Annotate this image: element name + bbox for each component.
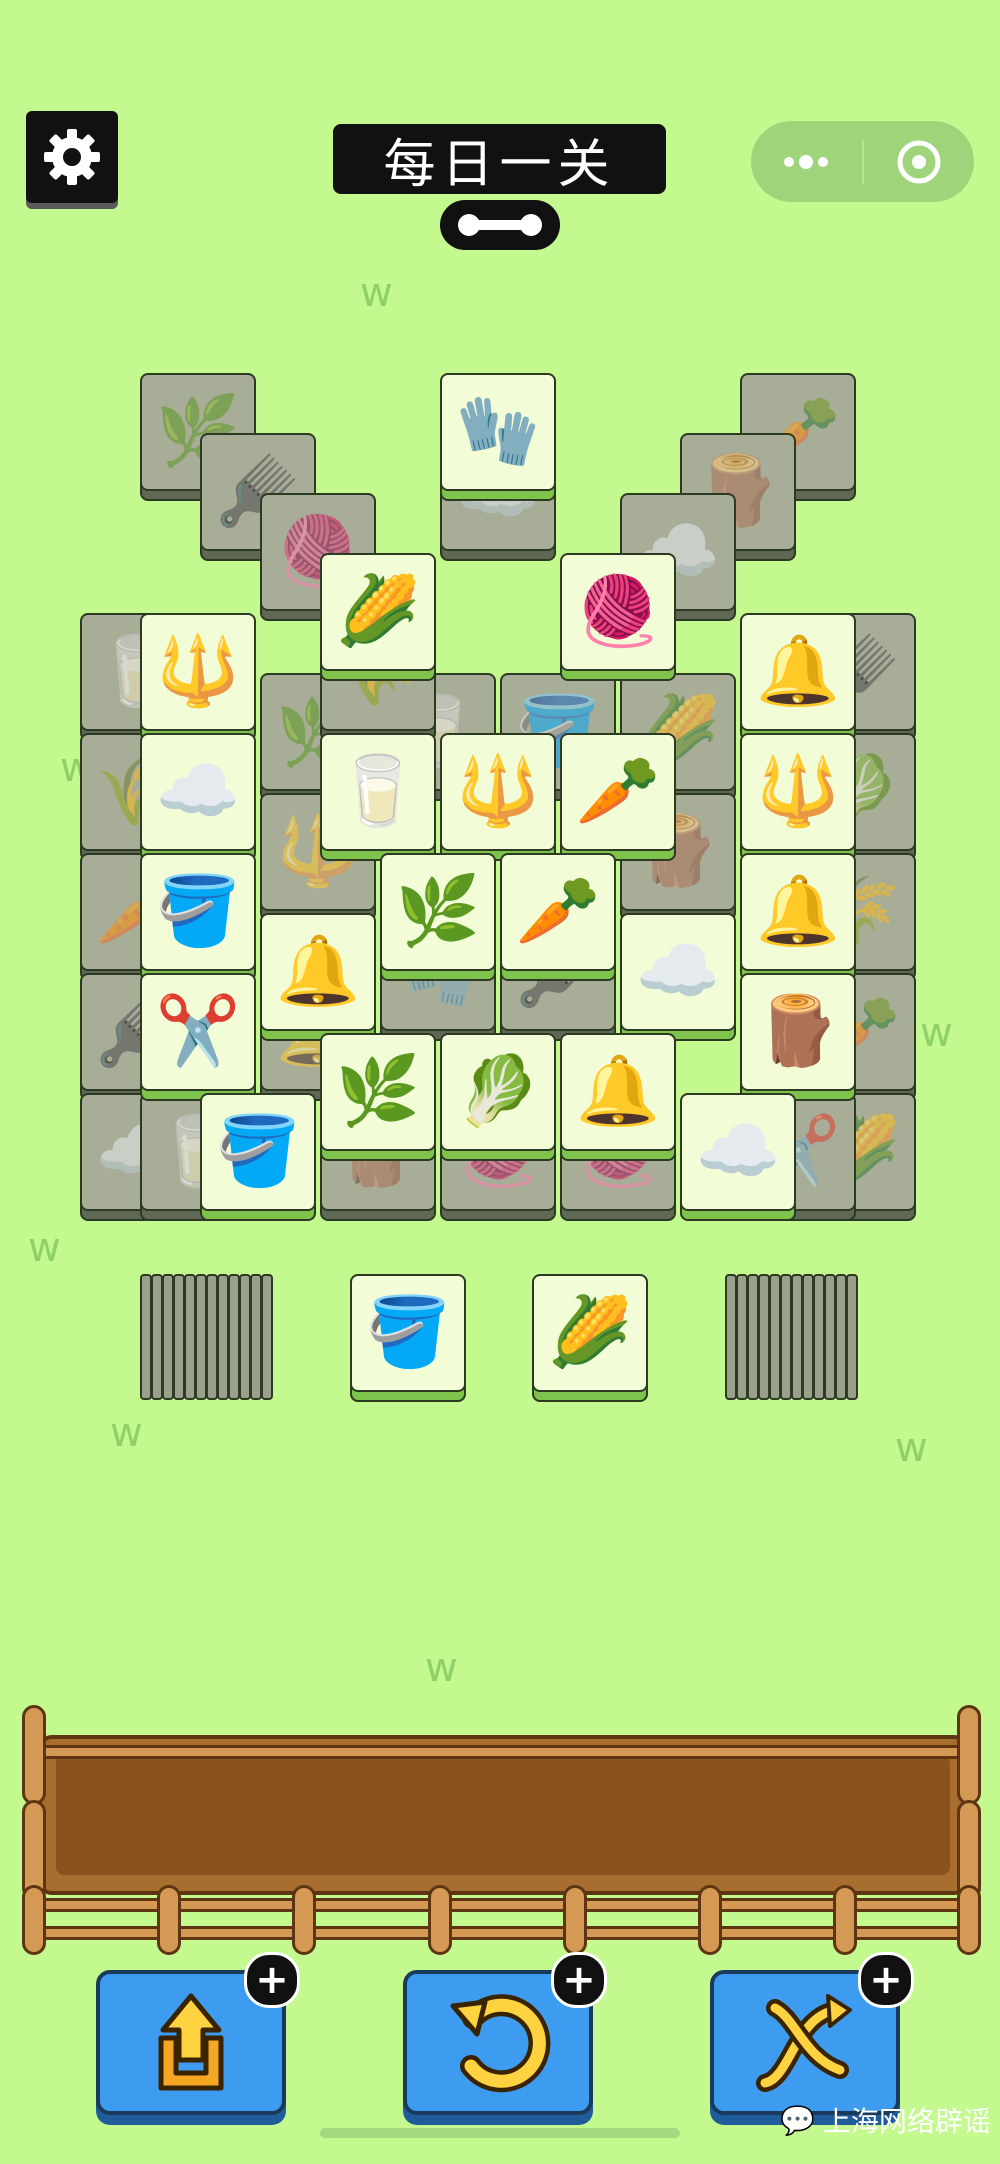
deck-card-back bbox=[802, 1274, 814, 1400]
tile-grass[interactable]: 🌿 bbox=[380, 853, 500, 981]
corn-icon: 🌽 bbox=[335, 572, 421, 651]
gear-icon bbox=[44, 129, 100, 185]
bell-icon: 🔔 bbox=[755, 872, 841, 951]
tile-cotton[interactable]: ☁️ bbox=[680, 1093, 800, 1221]
watermark: 💬 上海网络辟谣 bbox=[780, 2103, 991, 2139]
add-move-out-button[interactable]: + bbox=[244, 1952, 300, 2008]
tile-cotton[interactable]: ☁️ bbox=[620, 913, 740, 1041]
bucket-icon: 🪣 bbox=[365, 1293, 451, 1372]
move-out-button[interactable]: + bbox=[96, 1952, 300, 2115]
tile-bell[interactable]: 🔔 bbox=[560, 1033, 680, 1161]
close-miniprogram-button[interactable] bbox=[864, 121, 975, 202]
deck-card-back bbox=[835, 1274, 847, 1400]
more-dots-icon bbox=[784, 154, 829, 169]
deck-card-back bbox=[846, 1274, 858, 1400]
deck-card-back bbox=[780, 1274, 792, 1400]
shuffle-button[interactable]: + bbox=[710, 1952, 914, 2115]
corn-icon: 🌽 bbox=[547, 1293, 633, 1372]
bell-icon: 🔔 bbox=[275, 932, 361, 1011]
tile-tray bbox=[38, 1735, 968, 1895]
tile-bucket[interactable]: 🪣 bbox=[200, 1093, 320, 1221]
deck-card-back bbox=[824, 1274, 836, 1400]
tile-glove[interactable]: 🧤 bbox=[440, 373, 560, 501]
milk-icon: 🥛 bbox=[335, 752, 421, 831]
tile-milk[interactable]: 🥛 bbox=[320, 733, 440, 861]
deck-card-back bbox=[736, 1274, 748, 1400]
add-shuffle-button[interactable]: + bbox=[858, 1952, 914, 2008]
fence-post bbox=[157, 1885, 181, 1955]
fence-post bbox=[292, 1885, 316, 1955]
fence-rail-top bbox=[26, 1745, 981, 1759]
cabbage-icon: 🥬 bbox=[455, 1052, 541, 1131]
tile-carrot[interactable]: 🥕 bbox=[500, 853, 620, 981]
tile-clippers[interactable]: ✂️ bbox=[140, 973, 260, 1101]
fence-post bbox=[833, 1885, 857, 1955]
tile-pitchfork[interactable]: 🔱 bbox=[440, 733, 560, 861]
left-pile-top-tile[interactable]: 🪣 bbox=[350, 1274, 470, 1402]
settings-button[interactable] bbox=[26, 111, 118, 203]
deck-card-back bbox=[769, 1274, 781, 1400]
bell-icon: 🔔 bbox=[755, 632, 841, 711]
yarn-icon: 🧶 bbox=[575, 572, 661, 651]
deck-card-back bbox=[813, 1274, 825, 1400]
pitchfork-icon: 🔱 bbox=[455, 752, 541, 831]
tile-carrot[interactable]: 🥕 bbox=[560, 733, 680, 861]
fence-post bbox=[428, 1885, 452, 1955]
level-progress bbox=[440, 200, 560, 250]
page-title: 每日一关 bbox=[333, 124, 666, 195]
home-indicator bbox=[320, 2128, 680, 2138]
miniprogram-capsule bbox=[751, 121, 974, 202]
more-button[interactable] bbox=[751, 121, 862, 202]
glove-icon: 🧤 bbox=[455, 392, 541, 471]
tile-bell[interactable]: 🔔 bbox=[740, 613, 860, 741]
deck-card-back bbox=[725, 1274, 737, 1400]
fence-post bbox=[563, 1885, 587, 1955]
clippers-icon: ✂️ bbox=[155, 992, 241, 1071]
grass-icon: 🌿 bbox=[335, 1052, 421, 1131]
tile-grass[interactable]: 🌿 bbox=[320, 1033, 440, 1161]
tile-corn[interactable]: 🌽 bbox=[320, 553, 440, 681]
shuffle-icon bbox=[756, 1993, 852, 2092]
tile-bell[interactable]: 🔔 bbox=[740, 853, 860, 981]
deck-card-back bbox=[791, 1274, 803, 1400]
undo-icon bbox=[450, 1993, 551, 2092]
cotton-icon: ☁️ bbox=[695, 1112, 781, 1191]
bell-icon: 🔔 bbox=[575, 1052, 661, 1131]
tile-cotton[interactable]: ☁️ bbox=[140, 733, 260, 861]
fence-post bbox=[22, 1705, 46, 1805]
undo-button[interactable]: + bbox=[403, 1952, 607, 2115]
deck-card-back bbox=[758, 1274, 770, 1400]
right-pile-top-tile[interactable]: 🌽 bbox=[532, 1274, 652, 1402]
carrot-icon: 🥕 bbox=[515, 872, 601, 951]
level-progress-icon bbox=[458, 214, 542, 236]
tile-cabbage[interactable]: 🥬 bbox=[440, 1033, 560, 1161]
move-out-icon bbox=[158, 1993, 224, 2090]
tile-bucket[interactable]: 🪣 bbox=[140, 853, 260, 981]
carrot-icon: 🥕 bbox=[575, 752, 661, 831]
deck-card-back bbox=[261, 1274, 273, 1400]
tile-yarn[interactable]: 🧶 bbox=[560, 553, 680, 681]
fence-post bbox=[698, 1885, 722, 1955]
wechat-icon: 💬 bbox=[780, 2103, 815, 2137]
grass-icon: 🌿 bbox=[395, 872, 481, 951]
pitchfork-icon: 🔱 bbox=[155, 632, 241, 711]
fence-post bbox=[957, 1705, 981, 1805]
target-close-icon bbox=[897, 140, 941, 183]
add-undo-button[interactable]: + bbox=[551, 1952, 607, 2008]
deck-card-back bbox=[747, 1274, 759, 1400]
fence-post bbox=[22, 1885, 46, 1955]
tile-pitchfork[interactable]: 🔱 bbox=[740, 733, 860, 861]
pitchfork-icon: 🔱 bbox=[755, 752, 841, 831]
cotton-icon: ☁️ bbox=[635, 932, 721, 1011]
tile-stump[interactable]: 🪵 bbox=[740, 973, 860, 1101]
bucket-icon: 🪣 bbox=[215, 1112, 301, 1191]
bucket-icon: 🪣 bbox=[155, 872, 241, 951]
cotton-icon: ☁️ bbox=[155, 752, 241, 831]
fence-post bbox=[957, 1885, 981, 1955]
tile-bell[interactable]: 🔔 bbox=[260, 913, 380, 1041]
tile-pitchfork[interactable]: 🔱 bbox=[140, 613, 260, 741]
stump-icon: 🪵 bbox=[755, 992, 841, 1071]
